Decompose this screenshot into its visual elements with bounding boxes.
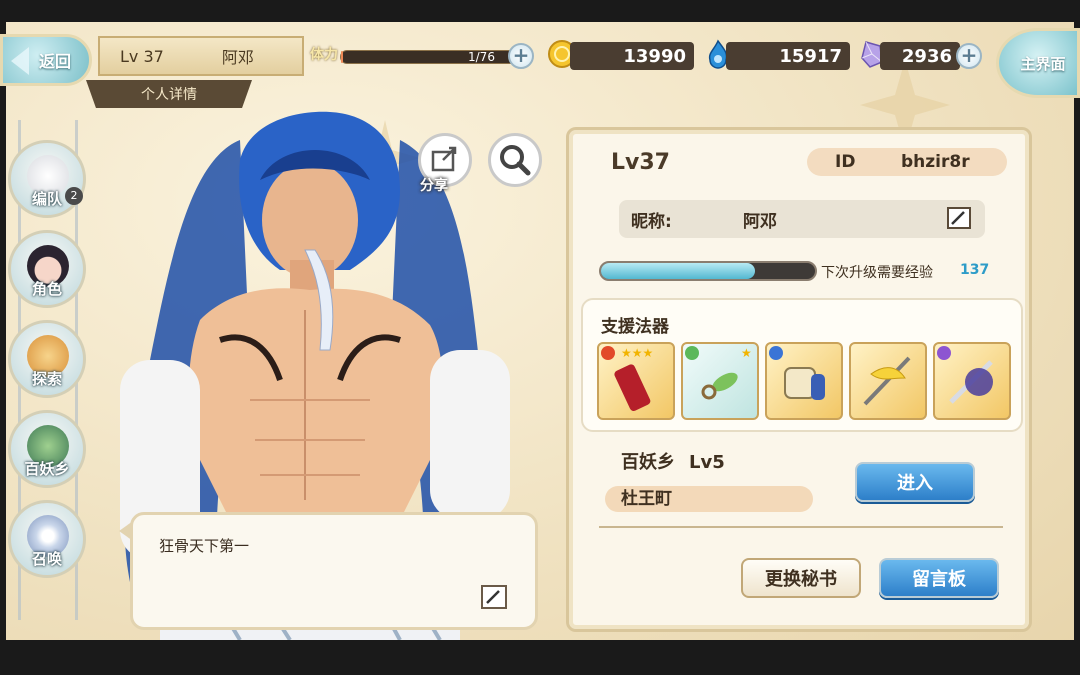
sidebar-item-label: 编队: [31, 190, 62, 208]
crystal-counter: 2936: [880, 42, 960, 70]
sidebar-item-explore[interactable]: 探索: [8, 320, 86, 398]
water-element-icon: [769, 346, 783, 360]
stamina-value: 1/76: [468, 50, 495, 64]
sidebar-item-label: 召唤: [31, 550, 62, 568]
xp-label: 下次升级需要经验: [821, 265, 933, 281]
sidebar-item-character[interactable]: 角色: [8, 230, 86, 308]
golden-feather-blade-item[interactable]: [849, 342, 927, 420]
pencil-icon: [486, 590, 500, 604]
stamina-fill: [341, 51, 344, 63]
sidebar-item-label: 角色: [31, 280, 62, 298]
coin-counter: 13990: [570, 42, 694, 70]
add-stamina-button[interactable]: +: [508, 43, 534, 69]
divider: [599, 526, 1003, 528]
edit-nickname-button[interactable]: [947, 207, 971, 229]
add-crystal-button[interactable]: +: [956, 43, 982, 69]
wind-element-icon: [685, 346, 699, 360]
nickname-value: 阿邓: [743, 211, 777, 232]
player-name: 阿邓: [221, 48, 254, 67]
experience-fill: [601, 263, 756, 279]
player-id-badge: ID bhzir8r: [807, 148, 1007, 176]
speech-tail: [119, 521, 133, 541]
red-scroll-item[interactable]: ★★★: [597, 342, 675, 420]
leaf-charm-item[interactable]: ★: [681, 342, 759, 420]
share-label: 分享: [420, 178, 448, 194]
town-name: 杜王町: [605, 486, 813, 512]
profile-panel: Lv37 ID bhzir8r 昵称: 阿邓 下次升级需要经验 137 支援法器…: [566, 127, 1032, 632]
golden-feather-blade-icon: [863, 356, 911, 406]
pencil-icon: [951, 211, 965, 225]
sidebar-item-summon[interactable]: 召唤: [8, 500, 86, 578]
profile-level: Lv37: [611, 150, 670, 175]
stamina-bar: 体力 1/76: [308, 42, 528, 70]
enter-village-button[interactable]: 进入: [855, 462, 975, 502]
back-label: 返回: [38, 52, 71, 71]
nickname-field: 昵称: 阿邓: [619, 200, 985, 238]
message-board-button[interactable]: 留言板: [879, 558, 999, 598]
rarity-stars: ★★★: [621, 346, 654, 360]
magnifier-icon: [500, 145, 531, 176]
support-title: 支援法器: [601, 317, 669, 337]
edit-signature-button[interactable]: [481, 585, 507, 609]
signature-speech-bubble: 狂骨天下第一: [119, 512, 538, 630]
nickname-label: 昵称:: [631, 211, 672, 232]
sidebar-item-village[interactable]: 百妖乡: [8, 410, 86, 488]
home-button[interactable]: 主界面: [996, 28, 1080, 98]
back-arrow-icon: [11, 47, 29, 75]
id-label: ID: [835, 152, 856, 172]
sidebar-item-label: 百妖乡: [24, 460, 70, 478]
home-label: 主界面: [1020, 54, 1066, 73]
stamina-label: 体力: [310, 47, 338, 63]
dark-element-icon: [937, 346, 951, 360]
fire-element-icon: [601, 346, 615, 360]
paper-scroll-item[interactable]: [765, 342, 843, 420]
sidebar-item-formation[interactable]: 2 编队: [8, 140, 86, 218]
signature-text: 狂骨天下第一: [159, 537, 250, 555]
player-nameplate: Lv 37 阿邓: [98, 36, 304, 76]
purple-sword-item[interactable]: [933, 342, 1011, 420]
id-value: bhzir8r: [901, 152, 970, 172]
support-artifacts-section: 支援法器 ★★★ ★: [581, 298, 1023, 432]
rarity-stars: ★: [741, 346, 752, 360]
village-level: Lv5: [689, 452, 725, 473]
village-info: 百妖乡 Lv5: [621, 448, 725, 474]
player-level: Lv 37: [120, 46, 164, 66]
change-secretary-button[interactable]: 更换秘书: [741, 558, 861, 598]
sidebar-item-label: 探索: [31, 370, 62, 388]
game-screen: 返回 Lv 37 阿邓 个人详情 体力 1/76 + 13990 15917 2…: [0, 0, 1080, 675]
experience-bar: [599, 261, 817, 281]
village-name: 百妖乡: [621, 452, 675, 473]
bottom-letterbox: [0, 640, 1080, 675]
back-button[interactable]: 返回: [0, 34, 92, 86]
zoom-button[interactable]: [488, 133, 542, 187]
soul-counter: 15917: [726, 42, 850, 70]
xp-value: 137: [960, 262, 990, 278]
